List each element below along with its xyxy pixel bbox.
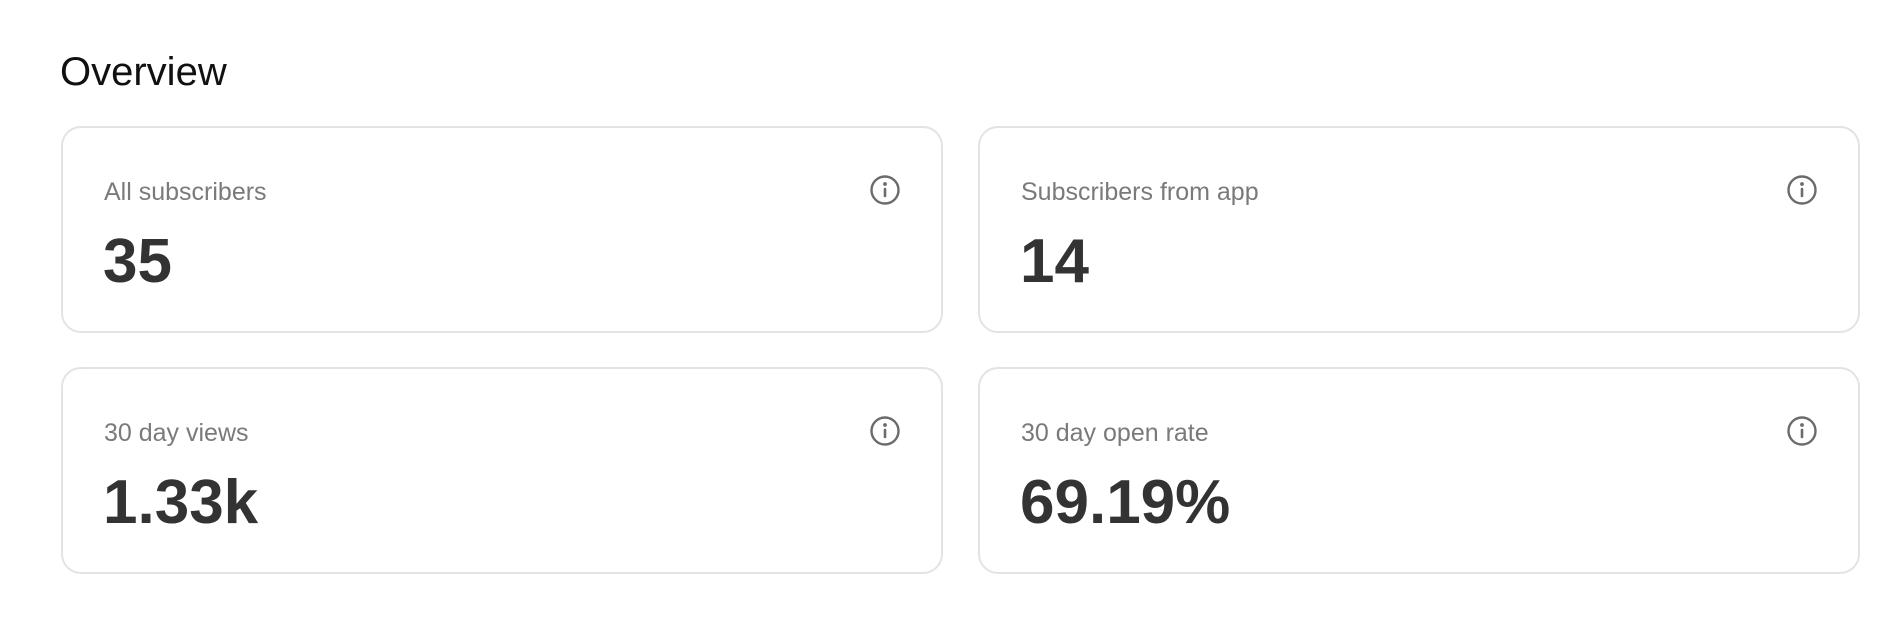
stat-label: Subscribers from app <box>1021 178 1259 206</box>
info-icon[interactable] <box>869 415 901 447</box>
stat-label: All subscribers <box>104 178 267 206</box>
stat-value: 1.33k <box>103 468 259 537</box>
info-icon[interactable] <box>1786 174 1818 206</box>
info-icon[interactable] <box>1786 415 1818 447</box>
stats-grid: All subscribers 35 Subscribers from app … <box>61 126 1860 574</box>
stat-label: 30 day views <box>104 419 249 447</box>
stat-value: 69.19% <box>1020 468 1231 537</box>
stat-value: 35 <box>103 227 172 296</box>
stat-label: 30 day open rate <box>1021 419 1209 447</box>
stat-value: 14 <box>1020 227 1089 296</box>
stat-card-subscribers-from-app: Subscribers from app 14 <box>978 126 1860 333</box>
stat-card-30-day-open-rate: 30 day open rate 69.19% <box>978 367 1860 574</box>
page-title: Overview <box>60 50 227 94</box>
stat-card-all-subscribers: All subscribers 35 <box>61 126 943 333</box>
info-icon[interactable] <box>869 174 901 206</box>
stat-card-30-day-views: 30 day views 1.33k <box>61 367 943 574</box>
